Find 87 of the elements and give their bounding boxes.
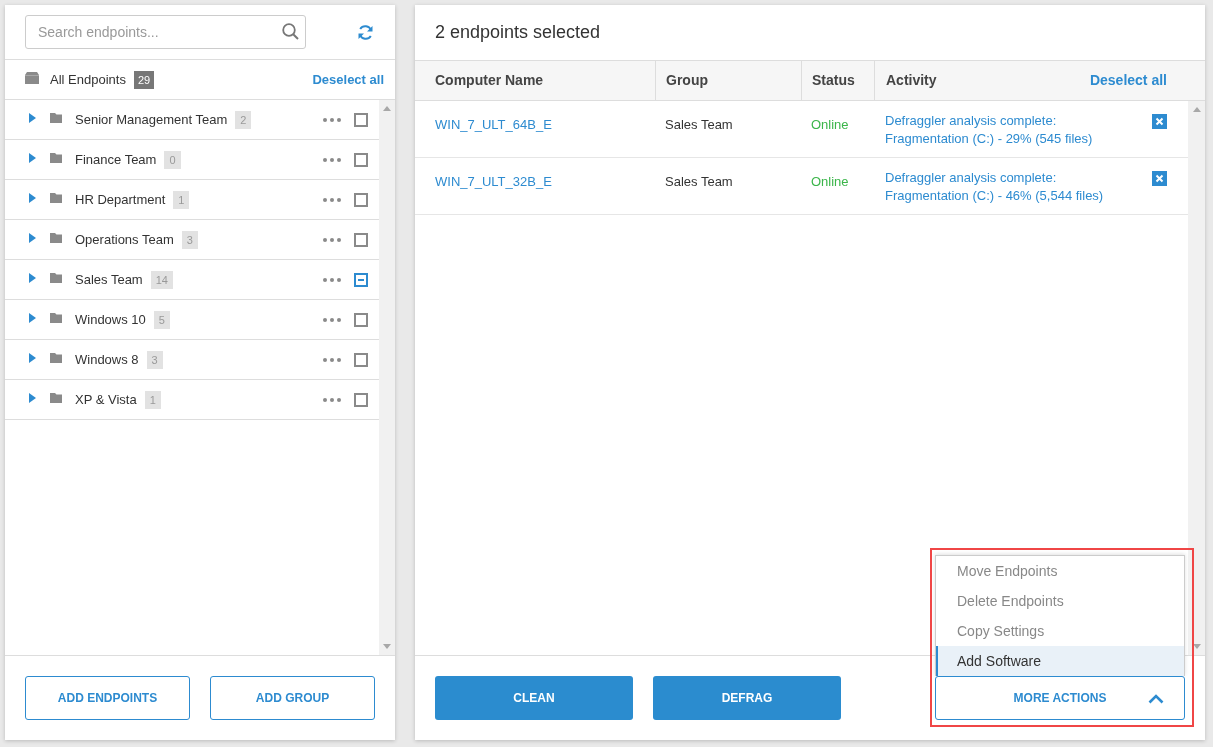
caret-icon[interactable] — [29, 193, 36, 203]
computer-name-link[interactable]: WIN_7_ULT_32B_E — [435, 174, 552, 189]
panel-title: 2 endpoints selected — [435, 21, 601, 44]
folder-icon — [50, 233, 62, 243]
folder-icon — [50, 393, 62, 403]
search-icon[interactable] — [282, 23, 299, 40]
caret-icon[interactable] — [29, 153, 36, 163]
group-name[interactable]: Sales Team — [75, 269, 143, 290]
group-count: 3 — [146, 350, 163, 369]
folder-icon — [50, 153, 62, 163]
checkbox[interactable] — [354, 272, 368, 287]
caret-icon[interactable] — [29, 353, 36, 363]
column-header: Activity — [886, 71, 937, 90]
deselect-all-link[interactable]: Deselect all — [1089, 70, 1167, 91]
sidebar-button[interactable]: ADD ENDPOINTS — [25, 676, 190, 720]
more-icon[interactable] — [323, 237, 341, 242]
group-text: Sales Team — [665, 174, 733, 189]
more-actions-button[interactable]: MORE ACTIONS — [935, 676, 1185, 720]
more-icon[interactable] — [323, 157, 341, 162]
search-field[interactable]: Search endpoints... — [25, 15, 306, 49]
box-icon — [25, 72, 39, 84]
column-header: Status — [812, 71, 855, 90]
sidebar-button[interactable]: ADD GROUP — [210, 676, 375, 720]
checkbox[interactable] — [354, 352, 368, 367]
group-text: Sales Team — [665, 117, 733, 132]
group-count: 5 — [153, 310, 170, 329]
folder-icon — [50, 113, 62, 123]
chevron-up-icon — [1148, 694, 1164, 704]
all-endpoints-count: 29 — [133, 70, 155, 89]
deselect-all-link[interactable]: Deselect all — [312, 69, 384, 90]
caret-icon[interactable] — [29, 313, 36, 323]
refresh-icon[interactable] — [357, 23, 374, 41]
group-count: 1 — [144, 390, 161, 409]
scroll-down-icon[interactable] — [383, 644, 391, 649]
caret-icon[interactable] — [29, 233, 36, 243]
caret-icon[interactable] — [29, 393, 36, 403]
folder-icon — [50, 313, 62, 323]
more-icon[interactable] — [323, 357, 341, 362]
group-name[interactable]: Windows 10 — [75, 309, 146, 330]
group-count: 0 — [164, 150, 181, 169]
group-count: 14 — [150, 270, 173, 289]
group-name[interactable]: Windows 8 — [75, 349, 139, 370]
menu-item[interactable]: Delete Endpoints — [936, 586, 1184, 616]
remove-icon[interactable] — [1152, 171, 1167, 186]
scroll-up-icon[interactable] — [383, 106, 391, 111]
all-endpoints-label[interactable]: All Endpoints — [50, 69, 126, 90]
scroll-down-icon[interactable] — [1192, 644, 1201, 649]
checkbox[interactable] — [354, 232, 368, 247]
remove-icon[interactable] — [1152, 114, 1167, 129]
computer-name-link[interactable]: WIN_7_ULT_64B_E — [435, 117, 552, 132]
checkbox[interactable] — [354, 112, 368, 127]
group-count: 1 — [173, 190, 190, 209]
menu-item[interactable]: Copy Settings — [936, 616, 1184, 646]
folder-icon — [50, 273, 62, 283]
more-icon[interactable] — [323, 277, 341, 282]
action-button[interactable]: CLEAN — [435, 676, 633, 720]
column-header: Group — [666, 71, 708, 90]
group-name[interactable]: Operations Team — [75, 229, 174, 250]
caret-icon[interactable] — [29, 273, 36, 283]
group-count: 2 — [235, 110, 252, 129]
scrollbar[interactable] — [379, 100, 395, 655]
activity-link[interactable]: Defraggler analysis complete: Fragmentation (C:) - 29% (545 files) — [885, 112, 1093, 148]
caret-icon[interactable] — [29, 113, 36, 123]
checkbox[interactable] — [354, 192, 368, 207]
more-icon[interactable] — [323, 197, 341, 202]
scrollbar[interactable] — [1188, 101, 1205, 655]
group-count: 3 — [181, 230, 198, 249]
checkbox[interactable] — [354, 152, 368, 167]
group-name[interactable]: XP & Vista — [75, 389, 137, 410]
activity-link[interactable]: Defraggler analysis complete: Fragmentation (C:) - 46% (5,544 files) — [885, 169, 1104, 205]
menu-item[interactable]: Add Software — [936, 646, 1184, 676]
scroll-up-icon[interactable] — [1192, 107, 1201, 112]
checkbox[interactable] — [354, 312, 368, 327]
folder-icon — [50, 193, 62, 203]
group-name[interactable]: Senior Management Team — [75, 109, 228, 130]
status-text: Online — [811, 117, 849, 132]
action-button[interactable]: DEFRAG — [653, 676, 841, 720]
column-header: Computer Name — [435, 71, 544, 90]
group-name[interactable]: Finance Team — [75, 149, 157, 170]
checkbox[interactable] — [354, 392, 368, 407]
group-name[interactable]: HR Department — [75, 189, 166, 210]
more-icon[interactable] — [323, 397, 341, 402]
more-icon[interactable] — [323, 317, 341, 322]
more-icon[interactable] — [323, 117, 341, 122]
menu-item[interactable]: Move Endpoints — [936, 556, 1184, 586]
status-text: Online — [811, 174, 849, 189]
folder-icon — [50, 353, 62, 363]
